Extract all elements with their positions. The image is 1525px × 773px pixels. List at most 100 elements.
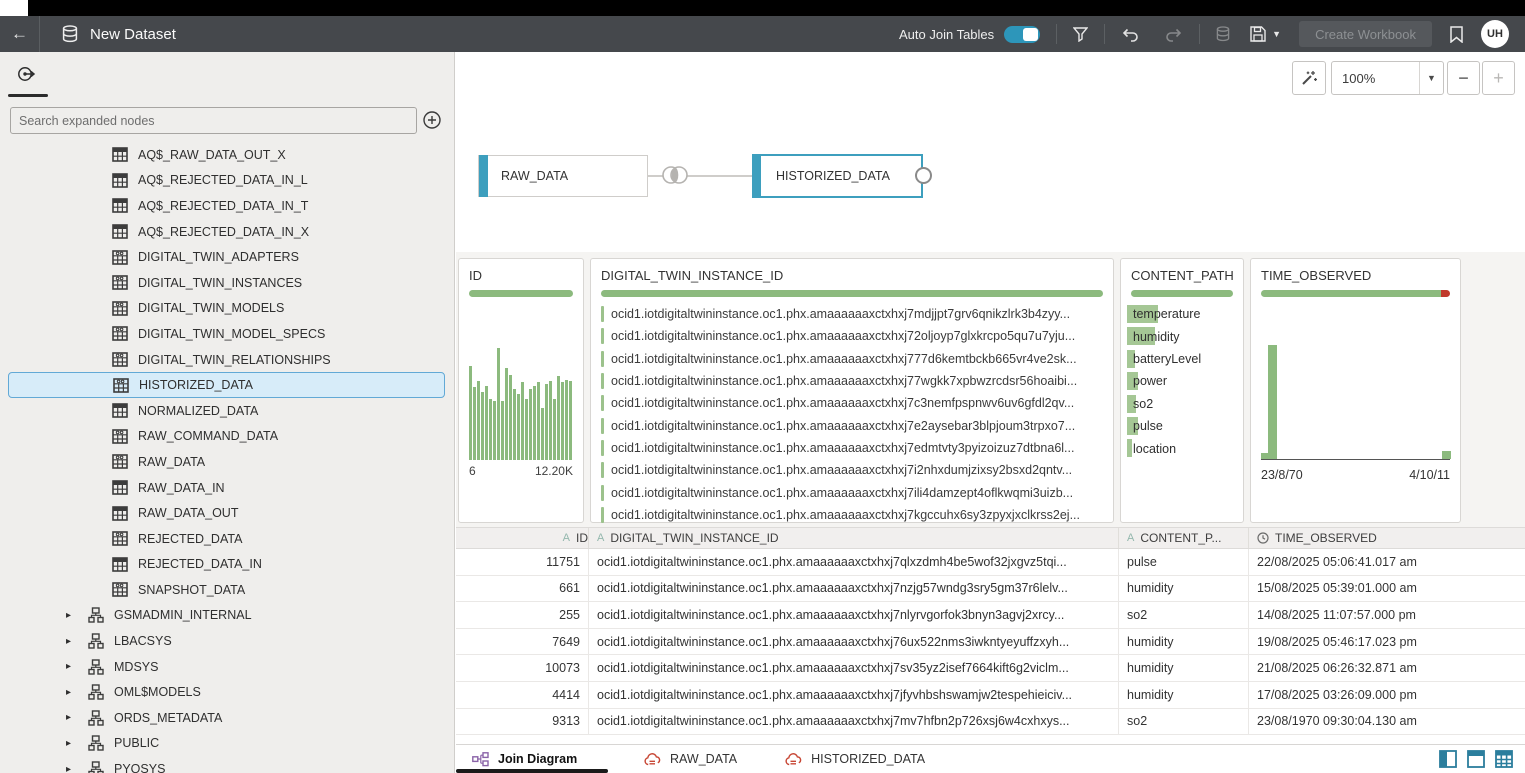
tree-item-normalized-data[interactable]: NORMALIZED_DATA: [0, 398, 455, 424]
tree-item-raw-data-in[interactable]: RAW_DATA_IN: [0, 475, 455, 501]
tree-item-rejected-data-in[interactable]: REJECTED_DATA_IN: [0, 552, 455, 578]
expand-arrow-icon[interactable]: ▸: [66, 738, 88, 749]
content-path-row: batteryLevel: [1131, 348, 1233, 370]
tab-raw-data[interactable]: RAW_DATA: [644, 745, 737, 773]
redo-icon[interactable]: [1165, 27, 1183, 42]
column-card-title: CONTENT_PATH: [1131, 268, 1233, 283]
zoom-out-button[interactable]: −: [1447, 61, 1480, 95]
tree-item-digital-twin-model-specs[interactable]: DIGITAL_TWIN_MODEL_SPECS: [0, 321, 455, 347]
tree-item-label: GSMADMIN_INTERNAL: [114, 608, 252, 622]
diagram-node-historized-data[interactable]: HISTORIZED_DATA: [752, 154, 923, 198]
value-frequency-bar: [601, 462, 604, 478]
view-icon: [112, 275, 129, 291]
tree-item-lbacsys[interactable]: ▸LBACSYS: [0, 628, 455, 654]
tab-join-diagram[interactable]: Join Diagram: [456, 745, 608, 773]
back-button[interactable]: ←: [0, 16, 40, 52]
layout-top-panel-icon[interactable]: [1467, 750, 1485, 768]
create-workbook-button[interactable]: Create Workbook: [1299, 21, 1432, 47]
hist-axis: [1261, 459, 1450, 460]
content-path-row: temperature: [1131, 303, 1233, 325]
tree-item-raw-command-data[interactable]: RAW_COMMAND_DATA: [0, 424, 455, 450]
bookmark-icon[interactable]: [1450, 26, 1463, 43]
column-card-content-path[interactable]: CONTENT_PATH temperaturehumiditybatteryL…: [1120, 258, 1244, 523]
quality-bar: [469, 290, 573, 297]
auto-layout-button[interactable]: [1292, 61, 1326, 95]
tree-item-oml-models[interactable]: ▸OML$MODELS: [0, 679, 455, 705]
expand-arrow-icon[interactable]: ▸: [66, 610, 88, 621]
tree-item-public[interactable]: ▸PUBLIC: [0, 731, 455, 757]
tree-item-mdsys[interactable]: ▸MDSYS: [0, 654, 455, 680]
zoom-level-select[interactable]: 100% ▼: [1331, 61, 1444, 95]
tree-item-digital-twin-models[interactable]: DIGITAL_TWIN_MODELS: [0, 296, 455, 322]
column-card-id[interactable]: ID 6 12.20K: [458, 258, 584, 523]
layout-grid-icon[interactable]: [1495, 750, 1513, 768]
layout-left-panel-icon[interactable]: [1439, 750, 1457, 768]
instance-value: ocid1.iotdigitaltwininstance.oc1.phx.ama…: [611, 396, 1074, 410]
save-icon[interactable]: [1250, 26, 1266, 42]
table-cell: 7649: [456, 629, 589, 655]
database-icon[interactable]: [1216, 26, 1230, 42]
join-icon[interactable]: [660, 164, 690, 191]
expand-arrow-icon[interactable]: ▸: [66, 712, 88, 723]
tree-item-aq-rejected-data-in-x[interactable]: AQ$_REJECTED_DATA_IN_X: [0, 219, 455, 245]
hist-max-label: 4/10/11: [1409, 468, 1450, 482]
tree-item-gsmadmin-internal[interactable]: ▸ GSMADMIN_INTERNAL: [0, 603, 455, 629]
add-connection-icon[interactable]: [422, 110, 442, 130]
filter-icon[interactable]: [1073, 27, 1088, 42]
node-connection-handle[interactable]: [915, 167, 932, 184]
auto-join-toggle[interactable]: [1004, 26, 1040, 43]
column-card-instance-id[interactable]: DIGITAL_TWIN_INSTANCE_ID ocid1.iotdigita…: [590, 258, 1114, 523]
column-header-id[interactable]: A ID: [456, 528, 589, 548]
table-cell: 17/08/2025 03:26:09.000 pm: [1249, 682, 1525, 708]
expand-arrow-icon[interactable]: ▸: [66, 661, 88, 672]
tab-historized-data[interactable]: HISTORIZED_DATA: [785, 745, 925, 773]
save-menu-caret[interactable]: ▼: [1272, 29, 1281, 39]
tree-item-digital-twin-instances[interactable]: DIGITAL_TWIN_INSTANCES: [0, 270, 455, 296]
connections-tab-icon[interactable]: [16, 64, 36, 89]
instance-value: ocid1.iotdigitaltwininstance.oc1.phx.ama…: [611, 352, 1077, 366]
avatar[interactable]: UH: [1481, 20, 1509, 48]
schema-icon: [88, 633, 105, 649]
schema-icon: [88, 659, 105, 675]
instance-value: ocid1.iotdigitaltwininstance.oc1.phx.ama…: [611, 463, 1072, 477]
tree-item-aq-rejected-data-in-t[interactable]: AQ$_REJECTED_DATA_IN_T: [0, 193, 455, 219]
zoom-in-button[interactable]: +: [1482, 61, 1515, 95]
instance-value-list: ocid1.iotdigitaltwininstance.oc1.phx.ama…: [601, 303, 1103, 526]
tree-item-digital-twin-relationships[interactable]: DIGITAL_TWIN_RELATIONSHIPS: [0, 347, 455, 373]
tree-item-aq-raw-data-out-x[interactable]: AQ$_RAW_DATA_OUT_X: [0, 142, 455, 168]
quality-bar: [1261, 290, 1450, 297]
column-header-time-observed[interactable]: TIME_OBSERVED: [1249, 528, 1525, 548]
histogram-bar: [537, 382, 540, 460]
column-header-content-path[interactable]: A CONTENT_P...: [1119, 528, 1249, 548]
tree-item-digital-twin-adapters[interactable]: DIGITAL_TWIN_ADAPTERS: [0, 244, 455, 270]
join-diagram-icon: [472, 752, 489, 767]
content-path-value: batteryLevel: [1131, 352, 1201, 366]
table-cell: humidity: [1119, 629, 1249, 655]
diagram-node-raw-data[interactable]: RAW_DATA: [478, 155, 648, 197]
content-path-row: pulse: [1131, 415, 1233, 437]
column-card-time-observed[interactable]: TIME_OBSERVED 23/8/70 4/10/11: [1250, 258, 1461, 523]
tree-item-raw-data[interactable]: RAW_DATA: [0, 449, 455, 475]
tree-item-snapshot-data[interactable]: SNAPSHOT_DATA: [0, 577, 455, 603]
table-cell: 4414: [456, 682, 589, 708]
undo-icon[interactable]: [1121, 27, 1139, 42]
tree-item-raw-data-out[interactable]: RAW_DATA_OUT: [0, 500, 455, 526]
attribute-type-icon: A: [1127, 532, 1134, 544]
expand-arrow-icon[interactable]: ▸: [66, 687, 88, 698]
tree-item-rejected-data[interactable]: REJECTED_DATA: [0, 526, 455, 552]
table-row: 10073ocid1.iotdigitaltwininstance.oc1.ph…: [456, 655, 1525, 682]
tree-item-aq-rejected-data-in-l[interactable]: AQ$_REJECTED_DATA_IN_L: [0, 168, 455, 194]
expand-arrow-icon[interactable]: ▸: [66, 764, 88, 773]
window-top-strip: [0, 0, 1525, 16]
search-input[interactable]: [10, 107, 417, 134]
header-actions: Auto Join Tables ▼ Crea: [899, 20, 1525, 48]
histogram-bar: [509, 375, 512, 460]
tree-item-pyqsys[interactable]: ▸PYQSYS: [0, 756, 455, 773]
schema-icon: [88, 684, 105, 700]
expand-arrow-icon[interactable]: ▸: [66, 636, 88, 647]
tree-item-historized-data[interactable]: HISTORIZED_DATA: [8, 372, 445, 398]
table-cell: ocid1.iotdigitaltwininstance.oc1.phx.ama…: [589, 682, 1119, 708]
table-cell: ocid1.iotdigitaltwininstance.oc1.phx.ama…: [589, 576, 1119, 602]
column-header-instance-id[interactable]: A DIGITAL_TWIN_INSTANCE_ID: [589, 528, 1119, 548]
tree-item-ords-metadata[interactable]: ▸ORDS_METADATA: [0, 705, 455, 731]
